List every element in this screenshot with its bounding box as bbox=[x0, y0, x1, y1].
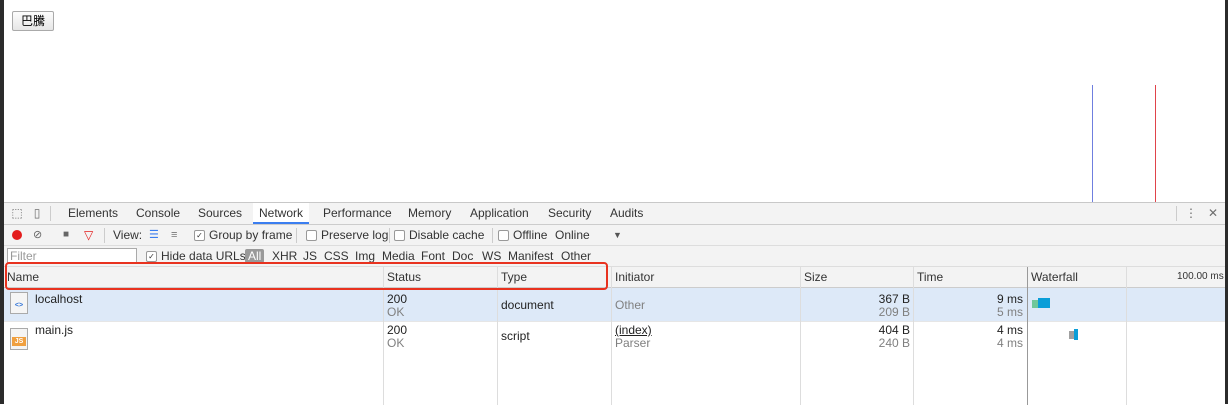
page-button[interactable]: 巴騰 bbox=[12, 11, 55, 31]
hide-data-urls-checkbox[interactable]: ✓ bbox=[146, 251, 157, 262]
column-divider bbox=[611, 267, 612, 405]
request-name[interactable]: main.js bbox=[35, 323, 73, 337]
tab-network[interactable]: Network bbox=[253, 203, 310, 224]
group-by-frame-label: Group by frame bbox=[209, 228, 293, 242]
tab-sources[interactable]: Sources bbox=[192, 203, 248, 224]
overview-icon[interactable]: ≡ bbox=[171, 228, 177, 242]
devtools-tab-bar: ⬚ ▯ Elements Console Sources Network Per… bbox=[4, 203, 1225, 225]
filter-type-img[interactable]: Img bbox=[355, 249, 375, 263]
filter-type-media[interactable]: Media bbox=[382, 249, 415, 263]
toolbar-divider bbox=[389, 228, 390, 243]
clear-icon[interactable]: ⊘ bbox=[33, 228, 42, 242]
toolbar-divider bbox=[296, 228, 297, 243]
waterfall-gridline bbox=[1126, 267, 1127, 405]
filter-type-all[interactable]: All bbox=[245, 249, 265, 263]
offline-checkbox[interactable] bbox=[498, 230, 509, 241]
column-header-size[interactable]: Size bbox=[801, 267, 827, 287]
filter-type-font[interactable]: Font bbox=[421, 249, 445, 263]
filter-type-css[interactable]: CSS bbox=[324, 249, 349, 263]
tab-console[interactable]: Console bbox=[130, 203, 186, 224]
chevron-down-icon[interactable]: ▼ bbox=[613, 228, 622, 242]
html-file-icon: <> bbox=[10, 292, 28, 314]
filter-type-ws[interactable]: WS bbox=[482, 249, 501, 263]
highlight-annotation bbox=[5, 262, 608, 290]
tab-security[interactable]: Security bbox=[542, 203, 597, 224]
offline-label: Offline bbox=[513, 228, 548, 242]
filter-type-js[interactable]: JS bbox=[303, 249, 317, 263]
js-file-icon: JS bbox=[10, 328, 28, 350]
filter-input[interactable]: Filter bbox=[7, 248, 137, 263]
load-event-line bbox=[1155, 85, 1156, 202]
view-label: View: bbox=[113, 228, 143, 242]
waterfall-bar-download bbox=[1074, 329, 1078, 340]
request-time: 4 ms bbox=[996, 323, 1023, 337]
column-divider bbox=[800, 267, 801, 405]
request-latency: 4 ms bbox=[996, 336, 1023, 350]
more-options-icon[interactable]: ⋮ bbox=[1184, 206, 1198, 220]
network-toolbar: ⊘ ■ ▽ View: ☰ ≡ ✓ Group by frame Preserv… bbox=[4, 225, 1225, 246]
tab-audits[interactable]: Audits bbox=[604, 203, 649, 224]
inspect-element-icon[interactable]: ⬚ bbox=[10, 206, 24, 220]
column-divider[interactable] bbox=[1027, 267, 1028, 405]
request-status-text: OK bbox=[387, 336, 405, 350]
tab-memory[interactable]: Memory bbox=[402, 203, 457, 224]
request-status: 200 bbox=[387, 323, 408, 337]
column-header-waterfall[interactable]: Waterfall bbox=[1028, 267, 1078, 287]
close-icon[interactable]: ✕ bbox=[1206, 206, 1220, 220]
request-type: script bbox=[501, 329, 530, 343]
record-icon[interactable] bbox=[12, 230, 22, 240]
filter-type-xhr[interactable]: XHR bbox=[272, 249, 297, 263]
tab-elements[interactable]: Elements bbox=[62, 203, 124, 224]
group-by-frame-checkbox[interactable]: ✓ bbox=[194, 230, 205, 241]
large-rows-icon[interactable]: ☰ bbox=[149, 228, 159, 242]
request-latency: 5 ms bbox=[996, 305, 1023, 319]
request-initiator-link[interactable]: (index) bbox=[615, 323, 652, 337]
filter-type-doc[interactable]: Doc bbox=[452, 249, 473, 263]
toolbar-divider bbox=[492, 228, 493, 243]
table-row[interactable]: JS main.js 200 OK script (index) Parser … bbox=[4, 322, 1225, 355]
waterfall-bar-download bbox=[1038, 298, 1050, 308]
waterfall-scale-label: 100.00 ms bbox=[1177, 271, 1224, 282]
table-row[interactable]: <> localhost 200 OK document Other 367 B… bbox=[4, 288, 1225, 321]
column-header-initiator[interactable]: Initiator bbox=[612, 267, 654, 287]
preserve-log-checkbox[interactable] bbox=[306, 230, 317, 241]
request-resource-size: 240 B bbox=[878, 336, 910, 350]
preserve-log-label: Preserve log bbox=[321, 228, 389, 242]
tab-bar-divider bbox=[1176, 206, 1177, 221]
request-size: 367 B bbox=[878, 292, 910, 306]
tab-bar-divider bbox=[50, 206, 51, 221]
request-time: 9 ms bbox=[996, 292, 1023, 306]
request-initiator: Other bbox=[615, 298, 646, 312]
column-header-time[interactable]: Time bbox=[914, 267, 943, 287]
toolbar-divider bbox=[104, 228, 105, 243]
request-type: document bbox=[501, 298, 554, 312]
request-status: 200 bbox=[387, 292, 408, 306]
hide-data-urls-label: Hide data URLs bbox=[161, 249, 246, 263]
devtools-panel: ⬚ ▯ Elements Console Sources Network Per… bbox=[4, 202, 1225, 405]
column-divider bbox=[913, 267, 914, 405]
filter-type-other[interactable]: Other bbox=[561, 249, 591, 263]
page-viewport: 巴騰 bbox=[4, 0, 1225, 202]
request-name[interactable]: localhost bbox=[35, 292, 82, 306]
filter-type-manifest[interactable]: Manifest bbox=[508, 249, 553, 263]
disable-cache-checkbox[interactable] bbox=[394, 230, 405, 241]
request-size: 404 B bbox=[878, 323, 910, 337]
tab-performance[interactable]: Performance bbox=[317, 203, 398, 224]
throttling-select[interactable]: Online bbox=[555, 228, 590, 242]
tab-application[interactable]: Application bbox=[464, 203, 535, 224]
request-initiator-type: Parser bbox=[615, 336, 651, 350]
device-toolbar-icon[interactable]: ▯ bbox=[30, 206, 44, 220]
disable-cache-label: Disable cache bbox=[409, 228, 485, 242]
request-resource-size: 209 B bbox=[878, 305, 910, 319]
filter-icon[interactable]: ▽ bbox=[84, 228, 93, 242]
dom-content-loaded-line bbox=[1092, 85, 1093, 202]
request-status-text: OK bbox=[387, 305, 405, 319]
capture-screenshots-icon[interactable]: ■ bbox=[63, 228, 69, 242]
